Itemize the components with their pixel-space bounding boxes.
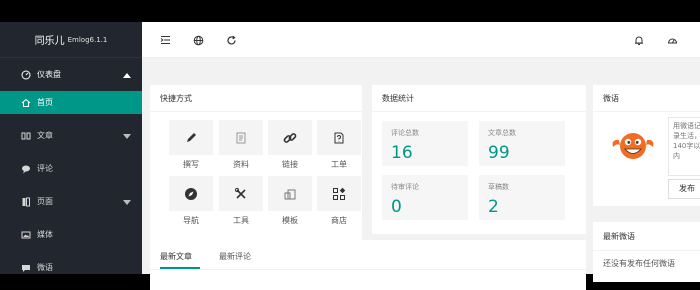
shortcut-templates[interactable]: 模板 [268,176,312,225]
avatar [612,133,654,159]
sidebar-item-pages[interactable]: 页面 [0,185,142,218]
shortcut-tools[interactable]: 工具 [219,176,263,225]
brand-version: Emlog6.1.1 [67,35,108,44]
sidebar-item-comments[interactable]: 评论 [0,152,142,185]
top-black-bar [0,0,700,22]
latest-weiyu-empty: 还没有发布任何微语 [603,259,675,268]
sidebar-item-label: 评论 [37,164,53,173]
apps-icon [333,187,346,200]
brand[interactable]: 同乐儿 Emlog6.1.1 [0,22,142,58]
chat-icon [21,263,31,273]
weiyu-title: 微语 [593,85,700,112]
tab-divider [150,269,586,270]
latest-weiyu-card: 最新微语 还没有发布任何微语 [593,222,700,282]
shortcut-write[interactable]: 撰写 [169,120,213,169]
shortcut-store[interactable]: 商店 [317,176,361,225]
sidebar: 同乐儿 Emlog6.1.1 仪表盘 首页 文章 评论 页面 媒体 微语 [0,22,142,274]
stat-value: 16 [391,143,413,163]
bell-icon[interactable] [633,34,645,46]
sidebar-item-label: 微语 [37,263,53,272]
sidebar-item-label: 仪表盘 [37,70,61,79]
stat-label: 待审评论 [391,183,419,191]
shortcut-label: 撰写 [183,160,199,169]
link-icon [283,132,297,143]
page-icon [21,197,31,207]
shortcut-nav[interactable]: 导航 [169,176,213,225]
stat-label: 文章总数 [488,129,516,137]
weiyu-card: 微语 发布 [593,85,700,206]
stat-value: 2 [488,197,499,217]
tab-latest-comments[interactable]: 最新评论 [219,251,251,262]
sidebar-item-label: 首页 [37,98,53,107]
theme-icon[interactable] [666,34,678,46]
menu-collapse-icon[interactable] [159,34,171,46]
sidebar-item-home[interactable]: 首页 [0,91,142,114]
document-icon [236,132,246,143]
stat-pending-comments[interactable]: 待审评论 0 [382,175,468,220]
stat-label: 评论总数 [391,129,419,137]
stat-articles-total[interactable]: 文章总数 99 [479,121,565,166]
stat-label: 草稿数 [488,183,509,191]
publish-button[interactable]: 发布 [668,179,700,199]
book-icon [21,131,31,141]
template-icon [284,189,296,199]
shortcuts-title: 快捷方式 [150,85,362,112]
refresh-icon[interactable] [225,34,237,46]
sidebar-item-articles[interactable]: 文章 [0,119,142,152]
latest-posts-card: 最新文章 最新评论 [150,240,586,290]
sidebar-item-media[interactable]: 媒体 [0,218,142,251]
shortcut-label: 商店 [331,216,347,225]
shortcut-label: 工单 [331,160,347,169]
sidebar-item-dashboard[interactable]: 仪表盘 [0,58,142,91]
sidebar-item-label: 页面 [37,197,53,206]
shortcut-links[interactable]: 链接 [268,120,312,169]
image-icon [21,230,31,240]
stats-card: 数据统计 评论总数 16 文章总数 99 待审评论 0 草稿数 2 [372,85,586,234]
shortcut-profile[interactable]: 资料 [219,120,263,169]
latest-weiyu-title: 最新微语 [593,222,700,251]
stat-comments-total[interactable]: 评论总数 16 [382,121,468,166]
help-document-icon [334,132,344,143]
stats-title: 数据统计 [372,85,586,112]
home-icon [21,98,31,108]
caret-down-icon [123,199,131,205]
main-content: 快捷方式 撰写 资料 链接 工单 导航 工具 模板 商店 数据统计 评论总数 1… [142,58,700,290]
shortcut-label: 资料 [233,160,249,169]
shortcut-label: 导航 [183,216,199,225]
shortcut-ticket[interactable]: 工单 [317,120,361,169]
globe-icon[interactable] [192,34,204,46]
dashboard-icon [21,70,31,80]
top-header [142,22,700,58]
stat-value: 99 [488,143,510,163]
caret-up-icon [123,72,131,78]
sidebar-item-label: 媒体 [37,230,53,239]
shortcut-label: 链接 [282,160,298,169]
weiyu-input[interactable] [668,117,700,176]
comment-icon [21,164,31,174]
shortcut-label: 工具 [233,216,249,225]
sidebar-item-weiyu[interactable]: 微语 [0,251,142,284]
sidebar-item-label: 文章 [37,131,53,140]
compass-icon [185,187,197,200]
pencil-icon [187,132,196,142]
tab-latest-articles[interactable]: 最新文章 [160,251,192,262]
shortcut-label: 模板 [282,216,298,225]
tools-icon [234,187,246,199]
stat-value: 0 [391,197,402,217]
caret-down-icon [123,133,131,139]
brand-name: 同乐儿 [34,36,65,47]
stat-drafts[interactable]: 草稿数 2 [479,175,565,220]
